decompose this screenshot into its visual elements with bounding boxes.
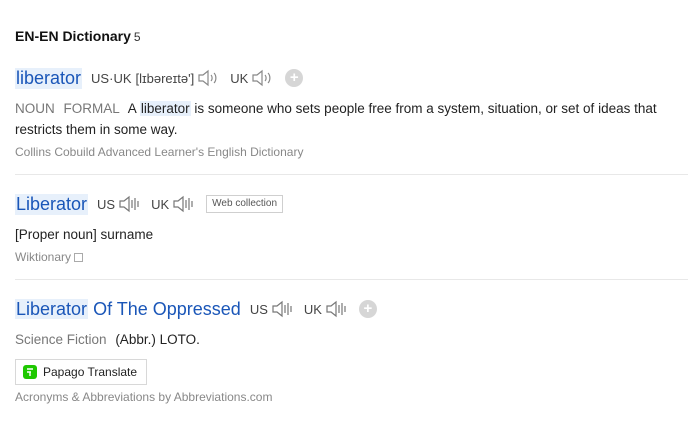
register-label: FORMAL bbox=[63, 101, 120, 116]
entry-headword-row: Liberator US UK Web collection bbox=[15, 192, 689, 216]
pron-uk-label: UK bbox=[230, 70, 249, 86]
speaker-us-icon[interactable] bbox=[271, 300, 295, 318]
add-wordbook-plus-icon[interactable]: + bbox=[285, 69, 304, 87]
source-label: Wiktionary bbox=[15, 250, 689, 264]
papago-icon bbox=[23, 365, 37, 379]
entry-liberator: liberator US·UK [lɪbəreɪtə'] UK + NOUN F… bbox=[15, 66, 689, 159]
divider bbox=[15, 279, 688, 280]
speaker-uk-icon[interactable] bbox=[172, 195, 196, 213]
section-title: EN-EN Dictionary 5 bbox=[15, 28, 141, 44]
source-label: Acronyms & Abbreviations by Abbreviation… bbox=[15, 390, 273, 404]
headword-link[interactable]: Liberator bbox=[15, 193, 89, 215]
entry-headword-row: Liberator Of The Oppressed US UK + bbox=[15, 297, 689, 321]
entry-headword-row: liberator US·UK [lɪbəreɪtə'] UK + bbox=[15, 66, 689, 90]
headword-link[interactable]: Liberator Of The Oppressed bbox=[15, 298, 241, 320]
external-link-icon[interactable] bbox=[74, 253, 84, 262]
speaker-uk-icon[interactable] bbox=[325, 300, 349, 318]
source-label: Collins Cobuild Advanced Learner's Engli… bbox=[15, 145, 304, 159]
web-collection-badge: Web collection bbox=[206, 195, 284, 213]
papago-translate-button[interactable]: Papago Translate bbox=[15, 359, 148, 385]
pron-us-label: US bbox=[97, 196, 116, 212]
papago-translate-label: Papago Translate bbox=[43, 365, 138, 379]
def-prefix: A bbox=[127, 101, 137, 116]
add-wordbook-plus-icon[interactable]: + bbox=[358, 300, 377, 318]
part-of-speech: NOUN bbox=[15, 101, 55, 116]
def-highlight: liberator bbox=[139, 101, 191, 116]
definition: [Proper noun] surname bbox=[15, 227, 154, 242]
def-text: (Abbr.) LOTO. bbox=[115, 332, 200, 347]
category-label: Science Fiction bbox=[15, 332, 107, 347]
speaker-uk-icon[interactable] bbox=[251, 69, 275, 87]
pron-us-label: US bbox=[249, 301, 268, 317]
speaker-us-icon[interactable] bbox=[118, 195, 142, 213]
entry-count: 5 bbox=[133, 30, 141, 44]
ipa-text: [lɪbəreɪtə'] bbox=[135, 70, 195, 86]
section-title-text: EN-EN Dictionary bbox=[15, 28, 131, 44]
pron-us-label: US·UK bbox=[91, 70, 132, 86]
entry-loto: Liberator Of The Oppressed US UK + Scien… bbox=[15, 297, 689, 404]
pron-uk-label: UK bbox=[303, 301, 322, 317]
divider bbox=[15, 174, 688, 175]
definition: Science Fiction (Abbr.) LOTO. bbox=[15, 329, 680, 350]
pron-uk-label: UK bbox=[151, 196, 170, 212]
speaker-us-icon[interactable] bbox=[197, 69, 221, 87]
definition: NOUN FORMAL A liberator is someone who s… bbox=[15, 98, 680, 140]
entry-liberator-proper: Liberator US UK Web collection [Proper n… bbox=[15, 192, 689, 264]
headword-link[interactable]: liberator bbox=[15, 67, 83, 89]
